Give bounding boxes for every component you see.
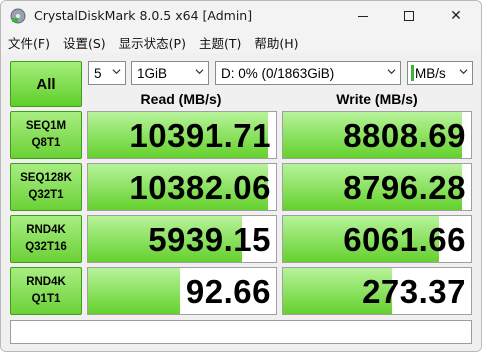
app-window: CrystalDiskMark 8.0.5 x64 [Admin] ✕ 文件(F… [0, 0, 482, 352]
read-result-cell: 10382.06 [87, 163, 277, 211]
unit-select[interactable]: MB/s [407, 61, 473, 85]
test-name: SEQ128K [20, 172, 72, 184]
test-seq1m-q8t1-button[interactable]: SEQ1M Q8T1 [10, 111, 82, 159]
test-count-select[interactable]: 5 [88, 61, 126, 85]
maximize-icon [404, 11, 414, 21]
drive-select[interactable]: D: 0% (0/1863GiB) [215, 61, 401, 85]
app-disk-icon [10, 8, 26, 24]
menu-bar: 文件(F) 设置(S) 显示状态(P) 主题(T) 帮助(H) [1, 31, 481, 53]
test-rnd4k-q1t1-button[interactable]: RND4K Q1T1 [10, 267, 82, 315]
test-name: SEQ1M [25, 120, 67, 132]
write-result-cell: 8808.69 [282, 111, 472, 159]
write-value: 6061.66 [343, 221, 466, 258]
read-value: 92.66 [185, 273, 271, 310]
write-value: 8796.28 [343, 169, 466, 206]
read-result-cell: 92.66 [87, 267, 277, 315]
window-title: CrystalDiskMark 8.0.5 x64 [Admin] [34, 8, 253, 23]
read-bar [88, 268, 181, 314]
test-queue: Q32T16 [25, 241, 67, 253]
test-name: RND4K [26, 276, 66, 288]
test-queue: Q1T1 [31, 293, 61, 305]
write-value: 273.37 [362, 273, 466, 310]
read-result-cell: 10391.71 [87, 111, 277, 159]
write-value: 8808.69 [343, 117, 466, 154]
run-all-button[interactable]: All [10, 61, 82, 107]
write-result-cell: 6061.66 [282, 215, 472, 263]
benchmark-panel: All 5 1GiB D: 0% (0/1863GiB) MB/s Read (… [1, 53, 481, 351]
chevron-down-icon [112, 69, 121, 75]
maximize-button[interactable] [386, 1, 432, 31]
menu-file[interactable]: 文件(F) [1, 33, 56, 52]
test-size-select[interactable]: 1GiB [131, 61, 209, 85]
test-queue: Q32T1 [28, 189, 64, 201]
menu-theme[interactable]: 主题(T) [192, 33, 247, 52]
close-icon: ✕ [450, 8, 462, 24]
test-name: RND4K [26, 224, 66, 236]
read-column-header: Read (MB/s) [140, 91, 222, 107]
menu-profile[interactable]: 显示状态(P) [112, 33, 192, 52]
close-button[interactable]: ✕ [433, 1, 479, 31]
test-count-value: 5 [94, 65, 102, 81]
write-column-header: Write (MB/s) [336, 91, 418, 107]
comment-input[interactable] [10, 320, 472, 344]
minimize-icon [358, 15, 368, 17]
menu-settings[interactable]: 设置(S) [56, 33, 112, 52]
test-seq128k-q32t1-button[interactable]: SEQ128K Q32T1 [10, 163, 82, 211]
read-result-cell: 5939.15 [87, 215, 277, 263]
unit-value: MB/s [415, 65, 446, 81]
read-value: 10391.71 [129, 117, 271, 154]
write-result-cell: 8796.28 [282, 163, 472, 211]
write-result-cell: 273.37 [282, 267, 472, 315]
read-value: 10382.06 [129, 169, 271, 206]
chevron-down-icon [195, 69, 204, 75]
chevron-down-icon [459, 69, 468, 75]
menu-help[interactable]: 帮助(H) [247, 33, 304, 52]
test-queue: Q8T1 [31, 137, 61, 149]
title-bar: CrystalDiskMark 8.0.5 x64 [Admin] ✕ [1, 1, 481, 31]
unit-accent-bar [411, 65, 414, 81]
test-rnd4k-q32t16-button[interactable]: RND4K Q32T16 [10, 215, 82, 263]
drive-value: D: 0% (0/1863GiB) [221, 65, 335, 81]
minimize-button[interactable] [340, 1, 386, 31]
chevron-down-icon [387, 69, 396, 75]
read-value: 5939.15 [148, 221, 271, 258]
test-size-value: 1GiB [137, 65, 168, 81]
